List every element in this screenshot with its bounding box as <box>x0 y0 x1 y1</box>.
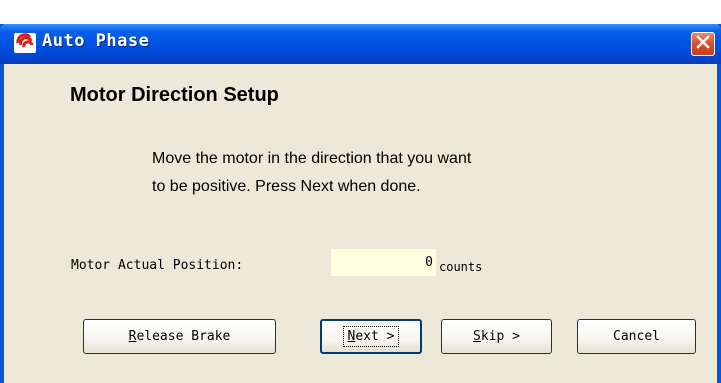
instruction-line-1: Move the motor in the direction that you… <box>152 150 472 167</box>
release-brake-label-rest: elease Brake <box>136 329 231 344</box>
skip-label: Skip > <box>469 327 524 346</box>
skip-button[interactable]: Skip > <box>441 319 552 354</box>
motor-position-label: Motor Actual Position: <box>71 258 244 273</box>
auto-phase-dialog: Auto Phase Motor Direction Setup Move th… <box>0 24 721 383</box>
cancel-button[interactable]: Cancel <box>577 319 696 354</box>
instruction-line-2: to be positive. Press Next when done. <box>152 178 421 195</box>
release-brake-button[interactable]: Release Brake <box>83 319 276 354</box>
instructions-text: Move the motor in the direction that you… <box>152 145 612 201</box>
skip-mnemonic: S <box>473 329 481 344</box>
screen: Auto Phase Motor Direction Setup Move th… <box>0 0 721 383</box>
close-button[interactable] <box>691 32 715 56</box>
skip-label-rest: kip > <box>480 329 520 344</box>
page-title: Motor Direction Setup <box>70 84 279 106</box>
close-icon <box>696 34 710 54</box>
next-button[interactable]: Next > <box>320 319 422 354</box>
next-label: Next > <box>342 326 400 347</box>
title-bar[interactable]: Auto Phase <box>0 24 721 64</box>
auto-phase-logo-icon <box>14 33 36 53</box>
motor-position-value: 0 <box>331 249 436 276</box>
motor-position-unit: counts <box>439 260 483 274</box>
window-title: Auto Phase <box>42 31 150 51</box>
cancel-label: Cancel <box>613 329 660 344</box>
next-label-rest: ext > <box>355 329 395 344</box>
release-brake-label: Release Brake <box>125 327 235 346</box>
